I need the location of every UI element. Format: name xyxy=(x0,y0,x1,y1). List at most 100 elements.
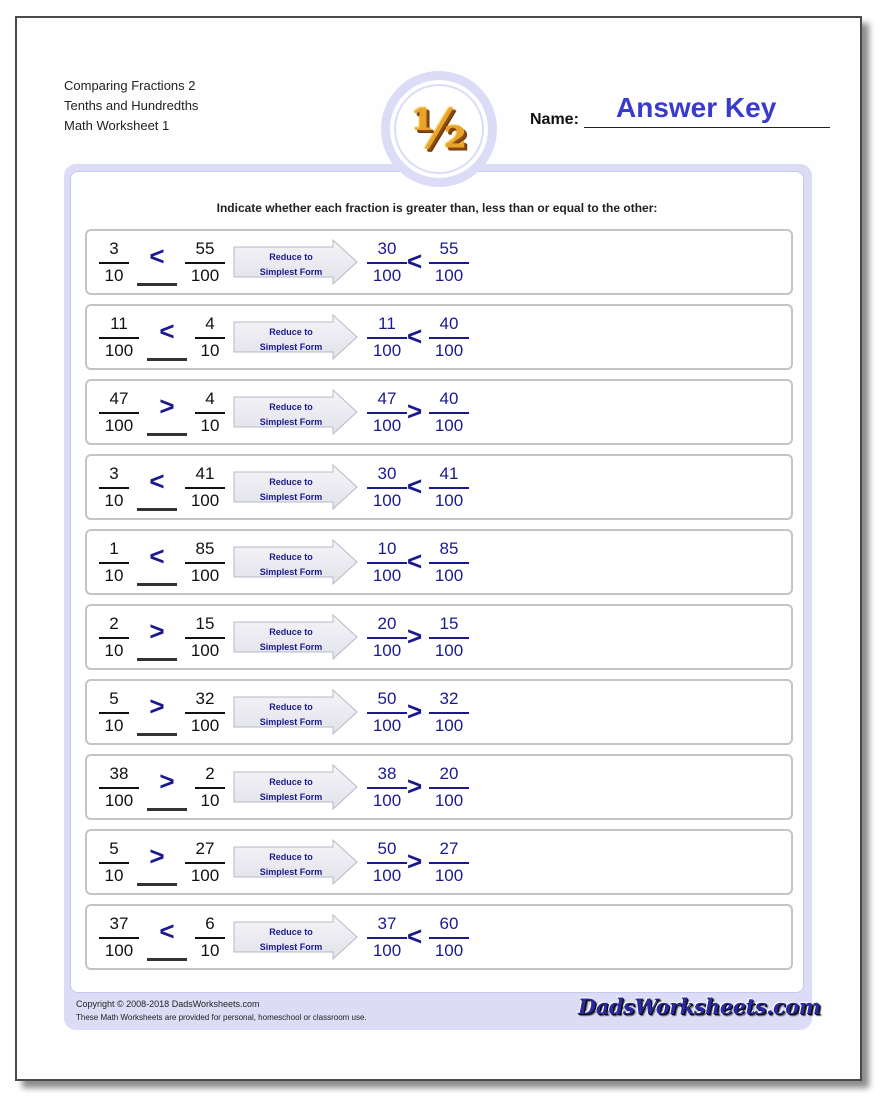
denominator: 100 xyxy=(104,791,134,810)
answer-line xyxy=(147,433,187,436)
answer-blank[interactable]: > xyxy=(137,616,177,661)
left-fraction: 38 100 xyxy=(99,764,139,811)
answer-blank[interactable]: > xyxy=(147,766,187,811)
reduce-label: Reduce to Simplest Form xyxy=(259,252,323,277)
reduced-left-fraction: 20 100 xyxy=(367,614,407,661)
reduce-label: Reduce to Simplest Form xyxy=(259,402,323,427)
reduced-left-fraction: 37 100 xyxy=(367,914,407,961)
numerator: 27 xyxy=(195,839,215,858)
numerator: 60 xyxy=(439,914,459,933)
numerator: 20 xyxy=(377,614,397,633)
left-fraction: 2 10 xyxy=(99,614,129,661)
left-fraction: 47 100 xyxy=(99,389,139,436)
reduce-arrow: Reduce to Simplest Form xyxy=(233,914,359,960)
answer-symbol: > xyxy=(159,391,175,421)
reduced-left-fraction: 50 100 xyxy=(367,839,407,886)
denominator: 100 xyxy=(104,341,134,360)
reduced-comparison-symbol: < xyxy=(407,546,423,576)
right-fraction: 55 100 xyxy=(185,239,225,286)
reduced-comparison-symbol: < xyxy=(407,246,423,276)
problem-row: 38 100 > 2 10 Reduce to Simplest Form 38… xyxy=(85,754,793,820)
numerator: 6 xyxy=(205,914,215,933)
denominator: 100 xyxy=(190,716,220,735)
denominator: 100 xyxy=(104,416,134,435)
denominator: 100 xyxy=(190,641,220,660)
numerator: 30 xyxy=(377,464,397,483)
problem-row: 37 100 < 6 10 Reduce to Simplest Form 37… xyxy=(85,904,793,970)
reduce-label: Reduce to Simplest Form xyxy=(259,852,323,877)
usage-notice: These Math Worksheets are provided for p… xyxy=(76,1013,367,1022)
numerator: 1 xyxy=(109,539,119,558)
answer-blank[interactable]: < xyxy=(137,466,177,511)
reduce-label: Reduce to Simplest Form xyxy=(259,477,323,502)
denominator: 100 xyxy=(372,491,402,510)
reduced-left-fraction: 30 100 xyxy=(367,464,407,511)
numerator: 10 xyxy=(377,539,397,558)
numerator: 4 xyxy=(205,314,215,333)
denominator: 10 xyxy=(104,566,124,585)
problem-row: 2 10 > 15 100 Reduce to Simplest Form 20… xyxy=(85,604,793,670)
reduced-right-fraction: 41 100 xyxy=(429,464,469,511)
denominator: 10 xyxy=(200,791,220,810)
numerator: 50 xyxy=(377,689,397,708)
numerator: 85 xyxy=(195,539,215,558)
reduced-comparison-symbol: > xyxy=(407,771,423,801)
worksheet-title-block: Comparing Fractions 2 Tenths and Hundred… xyxy=(64,76,198,136)
numerator: 5 xyxy=(109,689,119,708)
name-field-line[interactable] xyxy=(584,127,830,128)
reduce-arrow: Reduce to Simplest Form xyxy=(233,764,359,810)
problem-row: 47 100 > 4 10 Reduce to Simplest Form 47… xyxy=(85,379,793,445)
reduced-comparison-symbol: < xyxy=(407,921,423,951)
left-fraction: 1 10 xyxy=(99,539,129,586)
denominator: 100 xyxy=(372,716,402,735)
name-label: Name: xyxy=(530,111,579,128)
numerator: 4 xyxy=(205,389,215,408)
answer-blank[interactable]: < xyxy=(147,916,187,961)
denominator: 100 xyxy=(372,266,402,285)
reduce-arrow: Reduce to Simplest Form xyxy=(233,689,359,735)
reduced-right-fraction: 55 100 xyxy=(429,239,469,286)
reduced-left-fraction: 11 100 xyxy=(367,314,407,361)
numerator: 55 xyxy=(439,239,459,258)
problem-row: 1 10 < 85 100 Reduce to Simplest Form 10… xyxy=(85,529,793,595)
answer-blank[interactable]: < xyxy=(137,541,177,586)
reduced-comparison-symbol: < xyxy=(407,321,423,351)
answer-blank[interactable]: > xyxy=(147,391,187,436)
reduce-arrow: Reduce to Simplest Form xyxy=(233,539,359,585)
right-fraction: 4 10 xyxy=(195,314,225,361)
left-fraction: 3 10 xyxy=(99,239,129,286)
copyright-text: Copyright © 2008-2018 DadsWorksheets.com xyxy=(76,999,260,1009)
numerator: 2 xyxy=(205,764,215,783)
reduce-arrow: Reduce to Simplest Form xyxy=(233,464,359,510)
right-fraction: 4 10 xyxy=(195,389,225,436)
brand-logo[interactable]: DadsWorksheets.com xyxy=(578,994,821,1019)
left-fraction: 3 10 xyxy=(99,464,129,511)
denominator: 100 xyxy=(434,416,464,435)
numerator: 3 xyxy=(109,239,119,258)
answer-blank[interactable]: < xyxy=(147,316,187,361)
answer-line xyxy=(137,658,177,661)
logo-badge: ½ xyxy=(381,71,497,187)
reduced-right-fraction: 85 100 xyxy=(429,539,469,586)
answer-line xyxy=(137,283,177,286)
denominator: 100 xyxy=(372,941,402,960)
denominator: 100 xyxy=(434,716,464,735)
reduced-comparison-symbol: > xyxy=(407,696,423,726)
footer: Copyright © 2008-2018 DadsWorksheets.com… xyxy=(76,998,367,1024)
reduced-comparison-symbol: < xyxy=(407,471,423,501)
reduced-right-fraction: 20 100 xyxy=(429,764,469,811)
answer-blank[interactable]: > xyxy=(137,841,177,886)
answer-blank[interactable]: > xyxy=(137,691,177,736)
reduced-right-fraction: 27 100 xyxy=(429,839,469,886)
denominator: 100 xyxy=(190,266,220,285)
numerator: 15 xyxy=(439,614,459,633)
name-field-value[interactable]: Answer Key xyxy=(616,92,776,124)
denominator: 100 xyxy=(434,791,464,810)
reduced-right-fraction: 32 100 xyxy=(429,689,469,736)
numerator: 32 xyxy=(439,689,459,708)
answer-blank[interactable]: < xyxy=(137,241,177,286)
denominator: 100 xyxy=(372,641,402,660)
reduced-right-fraction: 40 100 xyxy=(429,314,469,361)
problem-row: 5 10 > 32 100 Reduce to Simplest Form 50… xyxy=(85,679,793,745)
problem-row: 5 10 > 27 100 Reduce to Simplest Form 50… xyxy=(85,829,793,895)
